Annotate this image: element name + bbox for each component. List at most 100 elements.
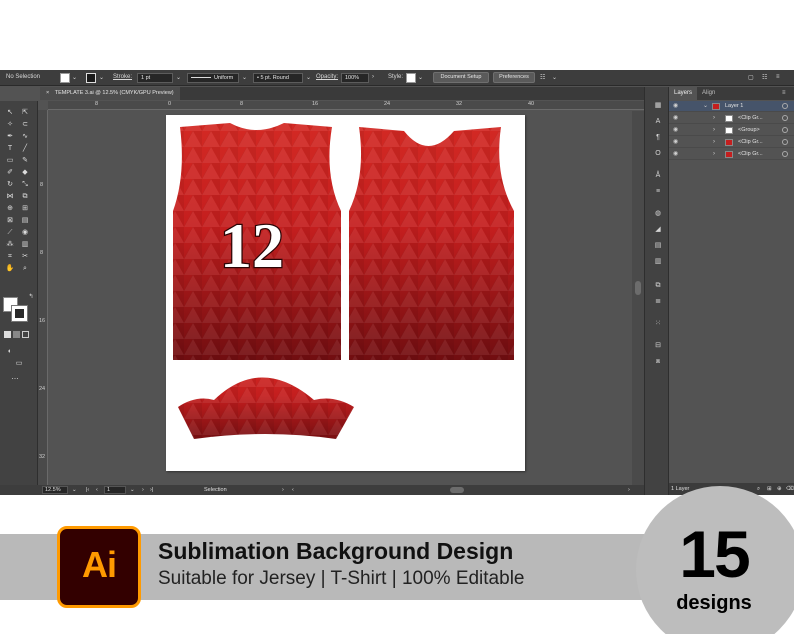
scroll-right-icon[interactable]: › (628, 485, 630, 495)
target-icon[interactable] (782, 127, 788, 133)
arrange-documents-icon[interactable]: ☷ (540, 74, 545, 81)
magic-wand-tool-icon[interactable]: ✧ (5, 120, 15, 129)
stroke-swatch[interactable] (86, 73, 96, 83)
panel-options-icon[interactable]: ☷ (762, 74, 767, 81)
chevron-right-icon[interactable]: › (713, 125, 715, 136)
pathfinder-panel-icon[interactable]: ⁙ (653, 319, 663, 328)
symbol-sprayer-tool-icon[interactable]: ⁂ (5, 240, 15, 249)
blend-tool-icon[interactable]: ◉ (20, 228, 30, 237)
target-icon[interactable] (782, 103, 788, 109)
align-panel-icon[interactable]: ≣ (653, 297, 663, 306)
eye-icon[interactable]: ◉ (673, 125, 678, 136)
canvas[interactable]: 12 (49, 111, 632, 486)
color-panel-icon[interactable]: ◢ (653, 225, 663, 234)
target-icon[interactable] (782, 151, 788, 157)
graph-tool-icon[interactable]: ▥ (20, 240, 30, 249)
gradient-tool-icon[interactable]: ▤ (20, 216, 30, 225)
shape-builder-tool-icon[interactable]: ⊕ (5, 204, 15, 213)
opacity-field[interactable]: 100% (341, 73, 369, 83)
swatches-panel-icon[interactable]: ▤ (653, 241, 663, 250)
tab-layers[interactable]: Layers (669, 87, 698, 100)
paragraph-panel-icon[interactable]: ¶ (653, 133, 663, 142)
menu-icon[interactable]: ≡ (776, 74, 780, 80)
artboard-tool-icon[interactable]: ⌗ (5, 252, 15, 261)
scroll-left-icon[interactable]: ‹ (292, 485, 294, 495)
opentype-panel-icon[interactable]: O (653, 149, 663, 158)
graphic-style-swatch[interactable] (406, 73, 416, 83)
hand-tool-icon[interactable]: ✋ (5, 264, 15, 273)
panel-menu-icon[interactable]: ≡ (782, 90, 786, 96)
eyedropper-tool-icon[interactable]: ⟋ (5, 228, 15, 237)
color-mode-icon[interactable] (4, 331, 11, 338)
delete-layer-icon[interactable]: ⌫ (786, 483, 794, 495)
chevron-down-icon[interactable]: ⌄ (703, 101, 708, 112)
artboards-panel-icon[interactable]: ⊟ (653, 341, 663, 350)
first-artboard-icon[interactable]: |‹ (86, 485, 89, 495)
zoom-field[interactable]: 12.5% (42, 486, 68, 494)
chevron-right-icon[interactable]: › (713, 149, 715, 160)
vertical-scrollbar[interactable] (632, 111, 644, 486)
edit-toolbar-icon[interactable]: ⋯ (10, 375, 20, 384)
character-panel-icon[interactable]: A (653, 117, 663, 126)
stroke-color-box[interactable] (11, 305, 28, 322)
chevron-down-icon[interactable]: ⌄ (176, 74, 181, 81)
next-artboard-icon[interactable]: › (142, 485, 144, 495)
none-mode-icon[interactable] (22, 331, 29, 338)
document-setup-button[interactable]: Document Setup (433, 72, 489, 83)
eraser-tool-icon[interactable]: ◆ (20, 168, 30, 177)
scale-tool-icon[interactable]: ⤡ (20, 180, 30, 189)
line-tool-icon[interactable]: ╱ (20, 144, 30, 153)
opacity-label[interactable]: Opacity: (316, 74, 338, 80)
chevron-right-icon[interactable]: › (372, 74, 374, 80)
chevron-right-icon[interactable]: › (282, 485, 284, 495)
chevron-down-icon[interactable]: ⌄ (418, 74, 423, 81)
type-tool-icon[interactable]: T (5, 144, 15, 153)
perspective-grid-tool-icon[interactable]: ⊞ (20, 204, 30, 213)
fill-swatch[interactable] (60, 73, 70, 83)
scrollbar-thumb[interactable] (635, 281, 641, 295)
swap-colors-icon[interactable]: ↰ (26, 293, 36, 302)
jersey-back[interactable] (346, 115, 525, 365)
layer-row[interactable]: ◉ › <Clip Gr... (669, 113, 794, 124)
rotate-tool-icon[interactable]: ↻ (5, 180, 15, 189)
horizontal-scrollbar-thumb[interactable] (450, 487, 464, 493)
appearance-panel-icon[interactable]: ◍ (653, 209, 663, 218)
free-transform-tool-icon[interactable]: ⧉ (20, 192, 30, 201)
chevron-down-icon[interactable]: ⌄ (130, 485, 135, 495)
selection-tool-icon[interactable]: ↖ (5, 108, 15, 117)
gradient-mode-icon[interactable] (13, 331, 20, 338)
artboard-number-field[interactable]: 1 (104, 486, 126, 494)
chevron-down-icon[interactable]: ⌄ (306, 74, 311, 81)
direct-selection-tool-icon[interactable]: ⇱ (20, 108, 30, 117)
chevron-right-icon[interactable]: › (713, 113, 715, 124)
stroke-label[interactable]: Stroke: (113, 74, 132, 80)
layer-row[interactable]: ◉ › <Clip Gr... (669, 137, 794, 148)
curvature-tool-icon[interactable]: ∿ (20, 132, 30, 141)
transform-panel-icon[interactable]: ⧉ (653, 281, 663, 290)
eye-icon[interactable]: ◉ (673, 101, 678, 112)
minimize-icon[interactable]: ▢ (748, 74, 754, 81)
pen-tool-icon[interactable]: ✒ (5, 132, 15, 141)
chevron-down-icon[interactable]: ⌄ (72, 74, 77, 81)
width-tool-icon[interactable]: ⋈ (5, 192, 15, 201)
mesh-tool-icon[interactable]: ⊠ (5, 216, 15, 225)
paintbrush-tool-icon[interactable]: ✎ (20, 156, 30, 165)
properties-panel-icon[interactable]: ▦ (653, 101, 663, 110)
document-tab[interactable]: × TEMPLATE 3.ai @ 12.5% (CMYK/GPU Previe… (40, 87, 180, 100)
eye-icon[interactable]: ◉ (673, 137, 678, 148)
zoom-tool-icon[interactable]: ⌕ (20, 264, 30, 273)
chevron-down-icon[interactable]: ⌄ (552, 74, 557, 81)
lasso-tool-icon[interactable]: ⊂ (20, 120, 30, 129)
rectangle-tool-icon[interactable]: ▭ (5, 156, 15, 165)
glyphs-panel-icon[interactable]: Å (653, 171, 663, 180)
previous-artboard-icon[interactable]: ‹ (96, 485, 98, 495)
tab-align[interactable]: Align (697, 87, 720, 100)
search-icon[interactable]: ⌕ (757, 483, 760, 495)
target-icon[interactable] (782, 139, 788, 145)
gradient-panel-icon[interactable]: ▥ (653, 257, 663, 266)
draw-normal-icon[interactable]: ◐ (5, 347, 15, 356)
artboard[interactable]: 12 (166, 115, 525, 471)
chevron-down-icon[interactable]: ⌄ (72, 485, 77, 495)
stroke-weight-field[interactable]: 1 pt (137, 73, 173, 83)
eye-icon[interactable]: ◉ (673, 149, 678, 160)
